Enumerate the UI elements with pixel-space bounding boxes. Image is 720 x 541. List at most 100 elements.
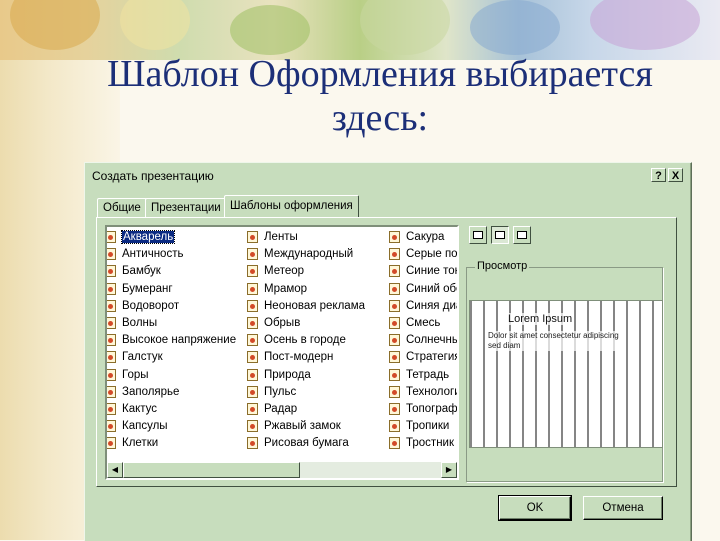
template-file-icon <box>389 437 400 450</box>
list-view-button[interactable] <box>491 226 509 244</box>
list-item-label: Солнечны <box>406 334 459 347</box>
list-item-label: Природа <box>264 368 311 381</box>
list-item-label: Волны <box>122 316 158 329</box>
scroll-right-arrow-icon[interactable]: ▶ <box>441 462 457 478</box>
scrollbar-thumb[interactable] <box>123 462 300 478</box>
list-item[interactable]: Клетки <box>107 435 236 452</box>
list-item[interactable]: Смесь <box>389 315 457 332</box>
list-item-label: Тростник <box>406 437 454 450</box>
template-file-icon <box>107 420 116 433</box>
slide-decor-banner <box>0 0 720 60</box>
list-item[interactable]: Синий обе <box>389 281 457 298</box>
details-view-button[interactable] <box>513 226 531 244</box>
close-button[interactable]: X <box>668 168 683 182</box>
scroll-left-arrow-icon[interactable]: ◀ <box>107 462 123 478</box>
list-item-label: Радар <box>264 402 298 415</box>
list-item[interactable]: Синяя диа <box>389 298 459 315</box>
templates-list[interactable]: Акварель Античность Бамбук Бумеранг Водо… <box>105 225 459 480</box>
cancel-button[interactable]: Отмена <box>583 496 663 520</box>
list-item[interactable]: Высокое напряжение <box>107 332 236 349</box>
list-item[interactable]: Тростник <box>389 435 457 452</box>
template-file-icon <box>389 368 400 381</box>
list-item[interactable]: Ржавый замок <box>247 418 365 435</box>
template-file-icon <box>247 248 258 261</box>
list-item[interactable]: Топографі <box>389 401 459 418</box>
list-item[interactable]: Тропики <box>389 418 457 435</box>
template-file-icon <box>389 316 400 329</box>
list-item[interactable]: Синие тон <box>389 263 457 280</box>
list-item-label: Клетки <box>122 437 159 450</box>
list-item[interactable]: Пост-модерн <box>247 349 365 366</box>
template-file-icon <box>389 299 400 312</box>
slide-title-line2: здесь: <box>331 97 429 139</box>
template-file-icon <box>247 368 258 381</box>
list-item[interactable]: Бумеранг <box>107 281 236 298</box>
list-item[interactable]: Обрыв <box>247 315 365 332</box>
list-item[interactable]: Капсулы <box>107 418 236 435</box>
list-item[interactable]: Рисовая бумага <box>247 435 365 452</box>
list-item-label: Серые пол <box>406 248 459 261</box>
list-item[interactable]: Осень в городе <box>247 332 365 349</box>
tab-general[interactable]: Общие <box>97 198 147 217</box>
template-file-icon <box>247 420 258 433</box>
list-item[interactable]: Горы <box>107 367 236 384</box>
slide-title-line1: Шаблон Оформления выбирается <box>107 53 653 95</box>
template-file-icon <box>247 351 258 364</box>
list-item[interactable]: Метеор <box>247 263 365 280</box>
list-item[interactable]: Международный <box>247 246 365 263</box>
template-file-icon <box>389 265 400 278</box>
list-item[interactable]: Волны <box>107 315 236 332</box>
list-item-label: Сакура <box>406 231 445 243</box>
large-icons-icon <box>473 231 483 239</box>
template-file-icon <box>247 299 258 312</box>
template-file-icon <box>247 402 258 415</box>
template-file-icon <box>107 385 116 398</box>
template-file-icon <box>247 385 258 398</box>
list-item[interactable]: Радар <box>247 401 365 418</box>
template-file-icon <box>107 402 116 415</box>
list-item[interactable]: Сакура <box>389 229 457 246</box>
preview-label: Просмотр <box>475 260 530 272</box>
large-icons-view-button[interactable] <box>469 226 487 244</box>
list-item-label: Ленты <box>264 231 298 243</box>
list-item[interactable]: Солнечны <box>389 332 459 349</box>
list-column-3: Сакура Серые пол Синие тон Синий обе Син… <box>389 229 459 452</box>
list-item[interactable]: Античность <box>107 246 236 263</box>
list-item[interactable]: Неоновая реклама <box>247 298 365 315</box>
template-file-icon <box>247 265 258 278</box>
list-item[interactable]: Кактус <box>107 401 236 418</box>
list-item[interactable]: Технологи <box>389 384 457 401</box>
list-item-label: Заполярье <box>122 385 180 398</box>
list-item[interactable]: Галстук <box>107 349 236 366</box>
list-item-label: Античность <box>122 248 184 261</box>
template-file-icon <box>107 316 116 329</box>
template-file-icon <box>247 334 258 347</box>
list-item[interactable]: Заполярье <box>107 384 236 401</box>
ok-button[interactable]: OK <box>498 495 572 521</box>
list-item[interactable]: Акварель <box>107 229 236 246</box>
list-item[interactable]: Серые пол <box>389 246 459 263</box>
list-item[interactable]: Мрамор <box>247 281 365 298</box>
template-file-icon <box>107 231 116 243</box>
list-item[interactable]: Пульс <box>247 384 365 401</box>
preview-text-line: Dolor sit amet consectetur adipiscing <box>488 331 619 340</box>
template-file-icon <box>107 282 116 295</box>
horizontal-scrollbar[interactable]: ◀ ▶ <box>107 462 457 478</box>
template-file-icon <box>389 231 400 243</box>
list-item-label: Синяя диа <box>406 299 459 312</box>
list-item[interactable]: Природа <box>247 367 365 384</box>
list-item[interactable]: Стратегия <box>389 349 457 366</box>
list-column-2: Ленты Международный Метеор Мрамор Неонов… <box>247 229 365 452</box>
list-item[interactable]: Ленты <box>247 229 365 246</box>
tab-presentations[interactable]: Презентации <box>145 198 227 217</box>
list-item[interactable]: Бамбук <box>107 263 236 280</box>
list-item[interactable]: Водоворот <box>107 298 236 315</box>
help-button[interactable]: ? <box>651 168 666 182</box>
list-item-label: Топографі <box>406 402 459 415</box>
list-item-label: Обрыв <box>264 316 301 329</box>
tab-design-templates[interactable]: Шаблоны оформления <box>224 195 359 217</box>
template-file-icon <box>107 248 116 261</box>
list-item[interactable]: Тетрадь <box>389 367 457 384</box>
template-file-icon <box>107 265 116 278</box>
list-item-label: Рисовая бумага <box>264 437 349 450</box>
